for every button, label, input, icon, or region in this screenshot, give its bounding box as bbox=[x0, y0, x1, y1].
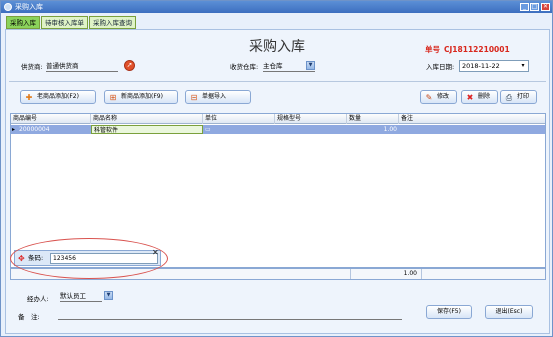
product-table: 商品编号 商品名称 单位 规格型号 数量 备注 20000004 科管软件 ▭ … bbox=[10, 113, 546, 268]
tab-bar: 采购入库 待审核入库单 采购入库查询 bbox=[6, 16, 136, 29]
window-title: 采购入库 bbox=[15, 3, 43, 11]
add-old-product-label: 老商品添加(F2) bbox=[37, 93, 79, 100]
cell-note[interactable] bbox=[399, 125, 545, 134]
column-header[interactable]: 商品名称 bbox=[91, 114, 203, 124]
note-field[interactable] bbox=[58, 319, 402, 320]
unit-dropdown-icon[interactable]: ▭ bbox=[205, 126, 211, 133]
date-label: 入库日期: bbox=[426, 63, 455, 71]
title-bar: 采购入库 _ □ ✕ bbox=[1, 1, 552, 13]
order-number-label: 单号 bbox=[425, 45, 440, 54]
column-header[interactable]: 数量 bbox=[347, 114, 399, 124]
edit-label: 修改 bbox=[437, 93, 450, 100]
handler-select[interactable]: 默认员工 bbox=[60, 291, 102, 302]
column-header[interactable]: 规格型号 bbox=[275, 114, 347, 124]
cell-unit[interactable]: ▭ bbox=[203, 125, 275, 134]
cell-spec[interactable] bbox=[275, 125, 347, 134]
app-icon bbox=[4, 3, 12, 11]
print-label: 打印 bbox=[517, 93, 530, 100]
barcode-label: 条码: bbox=[28, 254, 44, 262]
column-header[interactable]: 备注 bbox=[399, 114, 545, 124]
add-new-product-button[interactable]: ⊞ 新商品添加(F9) bbox=[104, 90, 178, 104]
delete-button[interactable]: ✖ 删除 bbox=[461, 90, 498, 104]
warehouse-dropdown-icon[interactable]: ▼ bbox=[306, 61, 315, 70]
add-new-product-label: 新商品添加(F9) bbox=[121, 93, 163, 100]
app-window: 采购入库 _ □ ✕ 采购入库 待审核入库单 采购入库查询 采购入库 单号 CJ1… bbox=[0, 0, 553, 337]
save-button[interactable]: 保存(F5) bbox=[426, 305, 472, 319]
table-row[interactable]: 20000004 科管软件 ▭ 1.00 bbox=[11, 125, 545, 134]
maximize-icon[interactable]: □ bbox=[530, 3, 539, 11]
total-quantity: 1.00 bbox=[350, 269, 422, 279]
edit-button[interactable]: ✎ 修改 bbox=[420, 90, 457, 104]
close-icon[interactable]: ✕ bbox=[152, 248, 159, 257]
handler-label: 经办人: bbox=[27, 295, 49, 303]
summary-row: 1.00 bbox=[10, 268, 546, 280]
date-value: 2018-11-22 bbox=[462, 62, 500, 70]
cell-name[interactable]: 科管软件 bbox=[91, 125, 203, 134]
order-number-value: CJ18112210001 bbox=[444, 45, 510, 54]
import-document-button[interactable]: ⊟ 单据导入 bbox=[185, 90, 251, 104]
page-title: 采购入库 bbox=[249, 39, 305, 55]
delete-icon: ✖ bbox=[466, 93, 474, 102]
row-pointer-icon: ▸ bbox=[12, 126, 16, 133]
order-number: 单号 CJ18112210001 bbox=[425, 44, 510, 55]
tab-pending-review[interactable]: 待审核入库单 bbox=[41, 16, 88, 29]
printer-icon: ⎙ bbox=[505, 93, 513, 102]
table-header: 商品编号 商品名称 单位 规格型号 数量 备注 bbox=[11, 114, 545, 124]
supplier-field[interactable]: 普通供货商 bbox=[46, 61, 118, 72]
tab-inbound-query[interactable]: 采购入库查询 bbox=[89, 16, 136, 29]
close-icon[interactable]: ✕ bbox=[541, 3, 550, 11]
supplier-label: 供货商: bbox=[21, 63, 43, 71]
chevron-down-icon[interactable]: ▾ bbox=[519, 62, 527, 70]
plus-icon: ✚ bbox=[25, 93, 33, 102]
divider bbox=[9, 81, 546, 82]
delete-label: 删除 bbox=[478, 93, 491, 100]
import-icon: ⊟ bbox=[190, 93, 198, 102]
handler-dropdown-icon[interactable]: ▼ bbox=[104, 291, 113, 300]
print-button[interactable]: ⎙ 打印 bbox=[500, 90, 537, 104]
exit-button[interactable]: 退出(Esc) bbox=[485, 305, 533, 319]
column-header[interactable]: 商品编号 bbox=[11, 114, 91, 124]
add-old-product-button[interactable]: ✚ 老商品添加(F2) bbox=[20, 90, 96, 104]
warehouse-label: 收货仓库: bbox=[230, 63, 259, 71]
minimize-icon[interactable]: _ bbox=[520, 3, 529, 11]
note-label: 备 注: bbox=[18, 313, 40, 321]
import-document-label: 单据导入 bbox=[202, 93, 227, 100]
date-picker[interactable]: 2018-11-22 ▾ bbox=[459, 60, 529, 72]
barcode-input[interactable]: 123456 bbox=[50, 253, 158, 264]
cell-qty[interactable]: 1.00 bbox=[347, 125, 399, 134]
barcode-panel: ✥ 条码: 123456 bbox=[14, 250, 161, 266]
tab-purchase-inbound[interactable]: 采购入库 bbox=[6, 16, 40, 29]
pencil-icon: ✎ bbox=[425, 93, 433, 102]
new-item-icon: ⊞ bbox=[109, 93, 117, 102]
column-header[interactable]: 单位 bbox=[203, 114, 275, 124]
supplier-picker-icon[interactable]: ➚ bbox=[124, 60, 135, 71]
move-icon[interactable]: ✥ bbox=[18, 254, 25, 263]
cell-code[interactable]: 20000004 bbox=[17, 125, 91, 134]
